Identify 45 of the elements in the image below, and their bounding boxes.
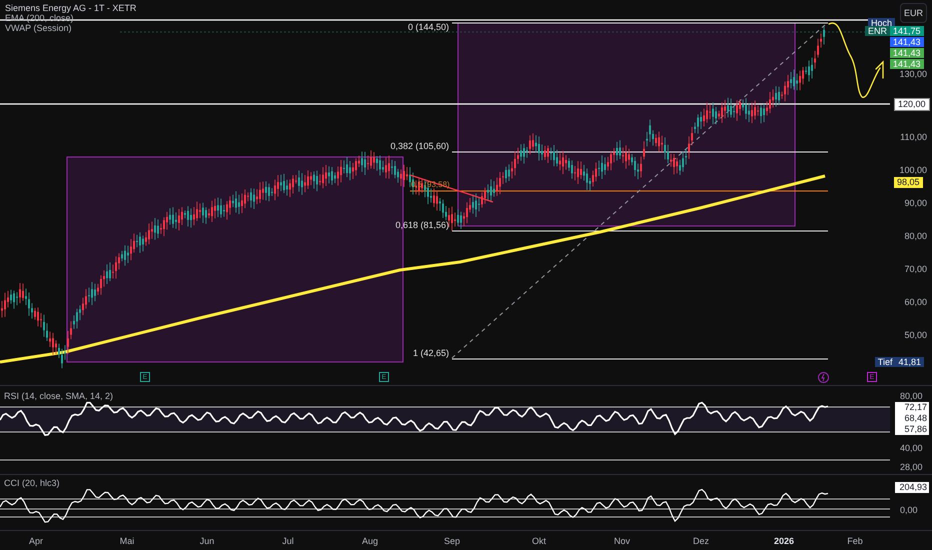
indicator-value-badge: 72,17 [895, 402, 929, 413]
price-level-label: 120,00 [894, 98, 930, 111]
price-axis-label: 90,00 [903, 198, 927, 209]
time-axis-label: Mai [120, 536, 134, 547]
indicator-value-badge: 68,48 [895, 413, 929, 424]
price-axis-label: 110,00 [899, 132, 927, 143]
time-axis-label: Sep [444, 536, 460, 547]
time-axis-label: Aug [362, 536, 378, 547]
price-axis-label: 80,00 [903, 231, 927, 242]
price-axis-label: 130,00 [898, 69, 927, 80]
axis-label: 28,00 [900, 462, 923, 473]
indicator-value-badge: 57,86 [895, 424, 929, 435]
price-axis-label: 50,00 [903, 330, 927, 341]
time-axis-label: 2026 [774, 536, 794, 547]
indicator-label: VWAP (Session) [5, 23, 73, 33]
price-badge: 141,75 [890, 26, 924, 36]
time-axis-label: Jul [282, 536, 294, 547]
price-tag-label: Tief [874, 357, 896, 367]
ema-price-badge: 98,05 [894, 177, 923, 188]
indicator-value-badge: 204,93 [895, 482, 929, 493]
time-axis-label: Dez [693, 536, 709, 547]
time-axis-label: Apr [29, 536, 43, 547]
price-axis-label: 100,00 [898, 165, 927, 176]
chart-title: Siemens Energy AG - 1T - XETR [5, 3, 136, 13]
fibonacci-label: 1 (42,65) [412, 348, 449, 359]
rsi-title: RSI (14, close, SMA, 14, 2) [4, 391, 114, 402]
price-axis-label: 70,00 [903, 264, 927, 275]
time-axis-label: Okt [532, 536, 546, 547]
lightning-icon[interactable] [818, 372, 829, 383]
price-axis-label: 60,00 [903, 297, 927, 308]
fibonacci-label: 0,382 (105,60) [390, 141, 449, 152]
currency-button[interactable]: EUR [900, 3, 927, 23]
time-axis-label: Feb [847, 536, 863, 547]
price-badge: 141,43 [890, 37, 924, 47]
price-badge: 141,43 [890, 48, 924, 58]
price-badge: 41,81 [895, 357, 924, 367]
cci-title: CCI (20, hlc3) [4, 478, 60, 489]
axis-label: 80,00 [900, 391, 923, 402]
price-badge: 141,43 [890, 59, 924, 69]
time-axis-label: Jun [200, 536, 214, 547]
price-tag-label: ENR [864, 26, 890, 36]
axis-label: 40,00 [900, 443, 923, 454]
time-axis-label: Nov [614, 536, 630, 547]
axis-label: 0,00 [900, 505, 918, 516]
fibonacci-label: 0 (144,50) [408, 22, 449, 33]
